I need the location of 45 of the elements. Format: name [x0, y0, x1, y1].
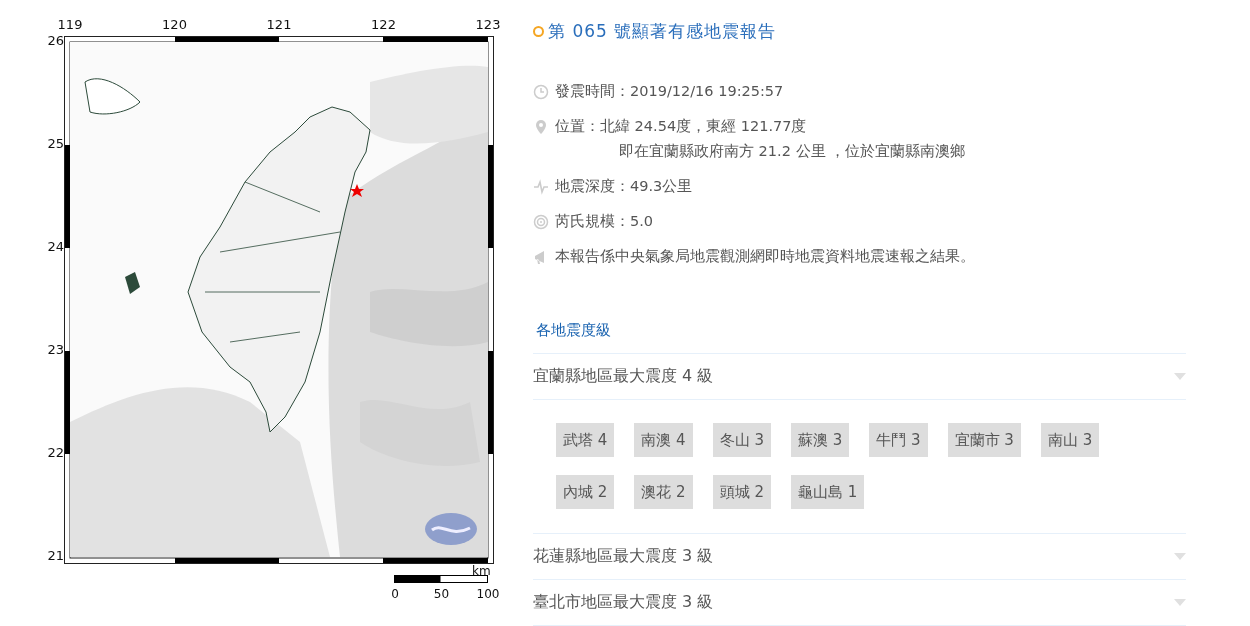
- clock-icon: [533, 84, 549, 100]
- report-title: 第 065 號顯著有感地震報告: [548, 20, 777, 43]
- longitude-label: 119: [57, 17, 83, 32]
- region-header[interactable]: 臺北市地區最大震度 3 級: [533, 579, 1186, 626]
- signal-icon: [533, 214, 549, 230]
- station-tag: 牛鬥 3: [869, 423, 928, 457]
- ring-icon: [533, 26, 544, 37]
- latitude-label: 26: [46, 33, 64, 48]
- longitude-label: 121: [266, 17, 292, 32]
- station-tag: 蘇澳 3: [790, 423, 850, 457]
- station-tag: 冬山 3: [712, 423, 771, 457]
- station-tag: 澳花 2: [634, 475, 693, 509]
- info-text: 本報告係中央氣象局地震觀測網即時地震資料地震速報之結果。: [555, 247, 975, 266]
- caret-icon: [1174, 553, 1186, 560]
- station-tag: 內城 2: [556, 475, 615, 509]
- station-tag: 南山 3: [1040, 423, 1100, 457]
- station-tag: 龜山島 1: [790, 475, 865, 509]
- pin-icon: [533, 119, 549, 135]
- longitude-label: 122: [371, 17, 396, 32]
- section-heading: 各地震度級: [535, 321, 612, 340]
- latitude-label: 21: [46, 548, 64, 563]
- info-text: 芮氏規模：5.0: [555, 212, 654, 231]
- station-tag: 南澳 4: [634, 423, 693, 457]
- station-tag: 武塔 4: [556, 423, 615, 457]
- info-text: 即在宜蘭縣政府南方 21.2 公里 ，位於宜蘭縣南澳鄉: [618, 142, 966, 161]
- latitude-label: 23: [46, 342, 64, 357]
- scale-unit: km: [472, 565, 491, 577]
- info-text: 發震時間：2019/12/16 19:25:57: [555, 82, 784, 101]
- latitude-label: 24: [46, 239, 64, 254]
- longitude-label: 123: [475, 17, 501, 32]
- wave-icon: [533, 179, 549, 195]
- station-tag: 頭城 2: [712, 475, 771, 509]
- region-header[interactable]: 宜蘭縣地區最大震度 4 級: [533, 353, 1186, 400]
- caret-icon: [1174, 599, 1186, 606]
- region-header[interactable]: 花蓮縣地區最大震度 3 級: [533, 533, 1186, 580]
- scale-label: 0: [391, 587, 399, 601]
- caret-icon: [1174, 373, 1186, 380]
- info-text: 位置：北緯 24.54度，東經 121.77度: [555, 117, 808, 136]
- info-text: 地震深度：49.3公里: [555, 177, 693, 196]
- latitude-label: 22: [46, 445, 64, 460]
- longitude-label: 120: [162, 17, 187, 32]
- latitude-label: 25: [46, 136, 64, 151]
- scale-label: 50: [433, 587, 450, 601]
- station-tag: 宜蘭市 3: [947, 423, 1021, 457]
- scale-label: 100: [476, 587, 500, 601]
